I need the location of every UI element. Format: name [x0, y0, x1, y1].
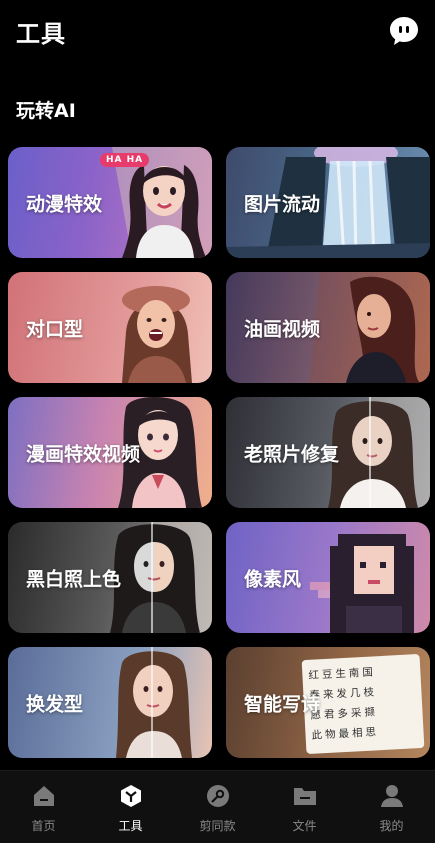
tool-card-comic-effect-video[interactable]: 漫画特效视频 [8, 397, 212, 508]
tab-label: 我的 [379, 819, 404, 833]
card-label: 换发型 [26, 693, 84, 715]
card-label: 老照片修复 [244, 443, 340, 465]
card-label: 对口型 [26, 318, 84, 340]
pixel-woman-illustration [310, 534, 414, 633]
tool-card-oil-painting-video[interactable]: 油画视频 [226, 272, 430, 383]
oil-painting-woman-illustration [310, 272, 430, 383]
profile-icon [379, 783, 405, 809]
card-label: 动漫特效 [26, 193, 103, 215]
card-label: 图片流动 [244, 193, 321, 215]
card-label: 像素风 [244, 568, 302, 590]
section-title: 玩转AI [16, 100, 76, 122]
tool-card-bw-colorize[interactable]: 黑白照上色 [8, 522, 212, 633]
poem-line: 此物最相思 [311, 726, 380, 742]
tool-card-image-flow[interactable]: 图片流动 [226, 147, 430, 258]
tool-card-pixel-style[interactable]: 像素风 [226, 522, 430, 633]
tool-card-lip-sync[interactable]: 对口型 [8, 272, 212, 383]
woman-beret-illustration [122, 286, 192, 383]
haha-badge: HA HA [100, 153, 150, 167]
tab-label: 首页 [31, 819, 56, 833]
tool-card-anime-effect[interactable]: HA HA 动漫特效 [8, 147, 212, 258]
card-label: 油画视频 [244, 318, 321, 340]
tab-profile[interactable]: 我的 [348, 783, 435, 834]
top-bar: 工具 [0, 0, 435, 64]
card-label: 黑白照上色 [26, 568, 122, 590]
card-label: 智能写诗 [244, 693, 321, 715]
bottom-tab-bar: 首页 工具 剪同款 文件 我的 [0, 770, 435, 843]
home-icon [31, 783, 57, 809]
tab-files[interactable]: 文件 [261, 783, 348, 834]
tab-label: 工具 [118, 819, 143, 833]
chat-bubble-icon[interactable] [387, 14, 421, 48]
poem-paper: 红豆生南国 春来发几枝 愿君多采撷 此物最相思 [301, 653, 425, 755]
tool-card-ai-poem[interactable]: 红豆生南国 春来发几枝 愿君多采撷 此物最相思 智能写诗 [226, 647, 430, 758]
tab-label: 文件 [292, 819, 317, 833]
tab-label: 剪同款 [199, 819, 236, 833]
tab-tools[interactable]: 工具 [87, 783, 174, 834]
tab-templates[interactable]: 剪同款 [174, 783, 261, 834]
page-title: 工具 [16, 20, 66, 48]
folder-icon [292, 783, 318, 809]
card-label: 漫画特效视频 [26, 443, 141, 465]
tool-card-change-hairstyle[interactable]: 换发型 [8, 647, 212, 758]
hairstyle-woman-illustration [116, 647, 192, 758]
tool-card-old-photo-restore[interactable]: 老照片修复 [226, 397, 430, 508]
tab-home[interactable]: 首页 [0, 783, 87, 834]
tools-cube-icon [118, 783, 144, 809]
template-icon [205, 783, 231, 809]
